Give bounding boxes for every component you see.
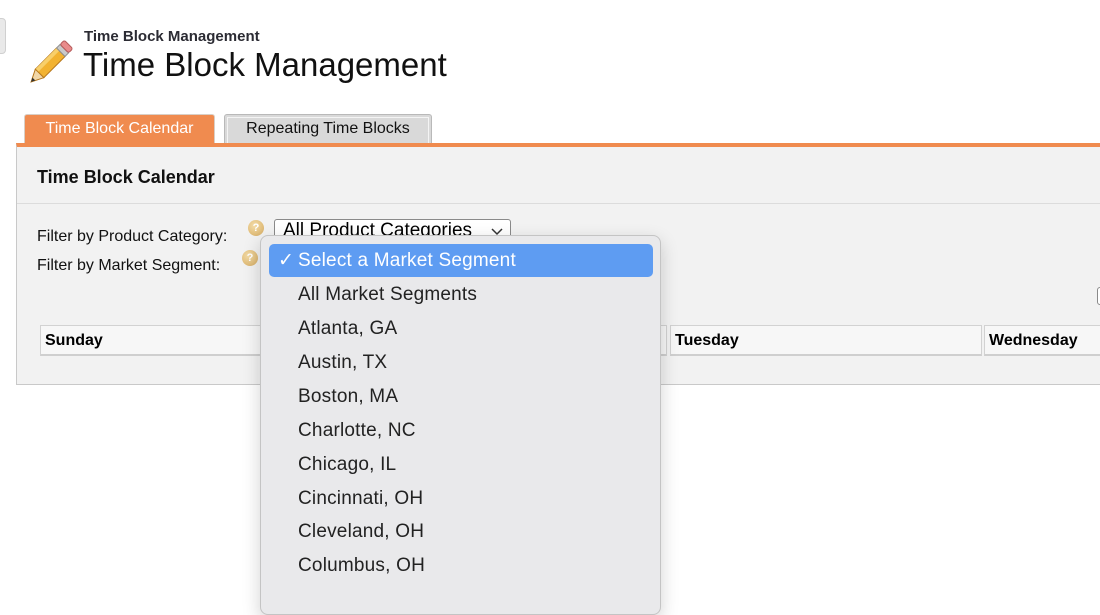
option-label: Select a Market Segment <box>298 250 516 271</box>
market-segment-option[interactable]: Cleveland, OH <box>269 515 653 548</box>
market-segment-option[interactable]: Charlotte, NC <box>269 414 653 447</box>
market-segment-option[interactable]: Atlanta, GA <box>269 312 653 345</box>
option-label: Chicago, IL <box>298 454 397 475</box>
option-label: Austin, TX <box>298 352 388 373</box>
option-label: Boston, MA <box>298 386 399 407</box>
page-title: Time Block Management <box>83 46 447 83</box>
market-segment-option[interactable]: Chicago, IL <box>269 448 653 481</box>
day-header-wednesday: Wednesday <box>984 325 1100 356</box>
help-icon[interactable]: ? <box>248 220 264 236</box>
option-label: All Market Segments <box>298 284 478 305</box>
panel-divider <box>17 203 1100 204</box>
checkmark-icon: ✓ <box>278 250 295 271</box>
chevron-down-icon <box>490 222 504 236</box>
product-category-label: Filter by Product Category: <box>37 228 228 245</box>
option-label: Columbus, OH <box>298 555 425 576</box>
option-label: Cleveland, OH <box>298 521 425 542</box>
pencil-icon <box>28 36 78 84</box>
day-header-tuesday: Tuesday <box>670 325 982 356</box>
market-segment-option[interactable]: Boston, MA <box>269 380 653 413</box>
page-subtitle: Time Block Management <box>84 28 260 45</box>
option-label: Atlanta, GA <box>298 318 398 339</box>
market-segment-label: Filter by Market Segment: <box>37 257 221 274</box>
option-label: Cincinnati, OH <box>298 488 424 509</box>
market-segment-option[interactable]: ✓ Select a Market Segment <box>269 244 653 277</box>
day-header-sunday: Sunday <box>40 325 270 356</box>
market-segment-option[interactable]: Columbus, OH <box>269 549 653 582</box>
help-icon[interactable]: ? <box>242 250 258 266</box>
market-segment-option[interactable]: Cincinnati, OH <box>269 482 653 515</box>
market-segment-dropdown[interactable]: ✓ Select a Market Segment All Market Seg… <box>260 235 661 615</box>
tab-repeating-time-blocks[interactable]: Repeating Time Blocks <box>224 114 432 144</box>
panel-title: Time Block Calendar <box>37 167 215 187</box>
window-edge-handle <box>0 18 6 54</box>
tab-time-block-calendar[interactable]: Time Block Calendar <box>24 114 215 146</box>
market-segment-option[interactable]: All Market Segments <box>269 278 653 311</box>
option-label: Charlotte, NC <box>298 420 416 441</box>
market-segment-option[interactable]: Austin, TX <box>269 346 653 379</box>
